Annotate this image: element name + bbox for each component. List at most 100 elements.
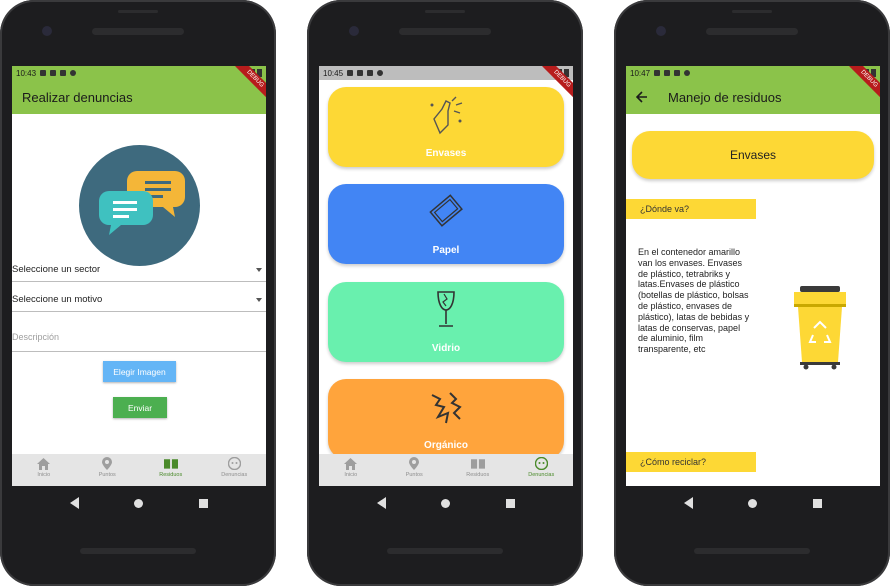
choose-image-button[interactable]: Elegir Imagen	[103, 361, 176, 382]
nav-item-residuos[interactable]: Residuos	[448, 457, 508, 478]
home-circle-icon[interactable]	[134, 498, 144, 508]
nav-item-denuncias[interactable]: Denuncias	[204, 457, 264, 478]
category-title-card: Envases	[632, 131, 874, 179]
card-label: Envases	[425, 148, 467, 159]
chat-bubbles-icon	[99, 171, 185, 235]
home-circle-icon[interactable]	[748, 498, 758, 508]
at-status-icon	[377, 70, 384, 76]
send-button[interactable]: Enviar	[113, 397, 167, 418]
nav-item-residuos[interactable]: Residuos	[141, 457, 201, 478]
at-status-icon	[684, 70, 691, 76]
sector-dropdown[interactable]: Seleccione un sector	[12, 258, 266, 282]
status-bar: 10:47 DEBUG	[626, 66, 880, 99]
bottom-navigation: Inicio Puntos Residuos Denuncias	[319, 454, 573, 486]
phone-bottom-speaker	[80, 548, 196, 554]
nav-label: Inicio	[37, 472, 51, 478]
status-time: 10:43	[16, 68, 37, 78]
recents-square-icon[interactable]	[199, 498, 209, 508]
nav-label: Denuncias	[221, 472, 248, 478]
settings-status-icon	[40, 70, 47, 76]
home-icon	[344, 457, 358, 470]
face-icon	[534, 457, 548, 470]
recents-square-icon[interactable]	[813, 498, 823, 508]
chevron-down-icon	[256, 297, 262, 302]
screen-residuos: 10:45 DEBUG Envases Papel Vidrio Orgánic…	[319, 66, 573, 486]
paper-icon	[429, 194, 463, 227]
location-icon	[102, 457, 113, 470]
phone-1: 10:43 DEBUG Realizar denuncias Seleccion…	[0, 0, 276, 586]
nav-item-inicio[interactable]: Inicio	[14, 457, 74, 478]
card-label: Orgánico	[424, 440, 468, 451]
sim-status-icon	[367, 70, 374, 76]
category-card-papel[interactable]: Papel	[328, 184, 564, 264]
settings-status-icon	[347, 70, 354, 76]
status-bar: 10:43 DEBUG	[12, 66, 266, 99]
android-nav-bar	[319, 486, 573, 520]
page-title: Manejo de residuos	[668, 89, 782, 105]
phone-speaker	[399, 28, 491, 35]
how-to-recycle-label: ¿Cómo reciclar?	[626, 452, 756, 472]
status-bar: 10:45 DEBUG	[319, 66, 573, 99]
phone-top-slit	[425, 10, 465, 13]
back-triangle-icon[interactable]	[376, 497, 386, 509]
arrow-back-icon[interactable]	[636, 91, 648, 103]
phone-bottom-speaker	[387, 548, 503, 554]
app-bar: Manejo de residuos	[626, 80, 880, 114]
back-triangle-icon[interactable]	[683, 497, 693, 509]
where-label-text: ¿Dónde va?	[640, 204, 690, 214]
sim-status-icon	[674, 70, 681, 76]
recents-square-icon[interactable]	[506, 498, 516, 508]
nav-item-inicio[interactable]: Inicio	[321, 457, 381, 478]
status-time: 10:45	[323, 68, 344, 78]
home-circle-icon[interactable]	[441, 498, 451, 508]
phone-speaker	[92, 28, 184, 35]
back-triangle-icon[interactable]	[69, 497, 79, 509]
nav-label: Puntos	[98, 472, 116, 478]
nav-item-denuncias[interactable]: Denuncias	[511, 457, 571, 478]
android-nav-bar	[12, 486, 266, 520]
category-card-vidrio[interactable]: Vidrio	[328, 282, 564, 362]
face-icon	[227, 457, 241, 470]
description-placeholder: Descripción	[12, 331, 60, 342]
front-camera	[656, 26, 666, 36]
description-field[interactable]: Descripción	[12, 322, 266, 352]
page-title: Realizar denuncias	[22, 89, 133, 105]
shield-status-icon	[357, 70, 364, 76]
category-card-organico[interactable]: Orgánico	[328, 379, 564, 459]
how-to-recycle-text: ¿Cómo reciclar?	[640, 457, 707, 467]
book-icon	[163, 459, 178, 469]
app-bar: Realizar denuncias	[12, 80, 266, 114]
category-card-envases[interactable]: Envases	[328, 87, 564, 167]
at-status-icon	[70, 70, 77, 76]
sim-status-icon	[60, 70, 67, 76]
nav-item-puntos[interactable]: Puntos	[77, 457, 137, 478]
card-label: Vidrio	[431, 343, 461, 354]
motivo-dropdown-value: Seleccione un motivo	[12, 294, 103, 305]
motivo-dropdown[interactable]: Seleccione un motivo	[12, 288, 266, 312]
screen-manejo-residuos: 10:47 DEBUG Manejo de residuos Envases ¿…	[626, 66, 880, 486]
card-label: Papel	[432, 245, 460, 256]
organic-icon	[431, 392, 462, 424]
phone-top-slit	[118, 10, 158, 13]
front-camera	[42, 26, 52, 36]
shield-status-icon	[50, 70, 57, 76]
settings-status-icon	[654, 70, 661, 76]
phone-3: 10:47 DEBUG Manejo de residuos Envases ¿…	[614, 0, 890, 586]
nav-item-puntos[interactable]: Puntos	[384, 457, 444, 478]
glass-icon	[437, 291, 455, 327]
android-nav-bar	[626, 486, 880, 520]
phone-speaker	[706, 28, 798, 35]
nav-label: Inicio	[344, 472, 358, 478]
chevron-down-icon	[256, 267, 262, 272]
bottle-icon	[430, 96, 463, 135]
front-camera	[349, 26, 359, 36]
nav-label: Residuos	[159, 472, 183, 478]
bottom-navigation: Inicio Puntos Residuos Denuncias	[12, 454, 266, 486]
yellow-recycling-bin-icon	[794, 286, 846, 370]
description-text: En el contenedor amarillo van los envase…	[638, 247, 750, 355]
sector-dropdown-value: Seleccione un sector	[12, 264, 101, 275]
nav-label: Denuncias	[528, 472, 555, 478]
book-icon	[470, 459, 485, 469]
phone-bottom-speaker	[694, 548, 810, 554]
where-label: ¿Dónde va?	[626, 199, 756, 219]
